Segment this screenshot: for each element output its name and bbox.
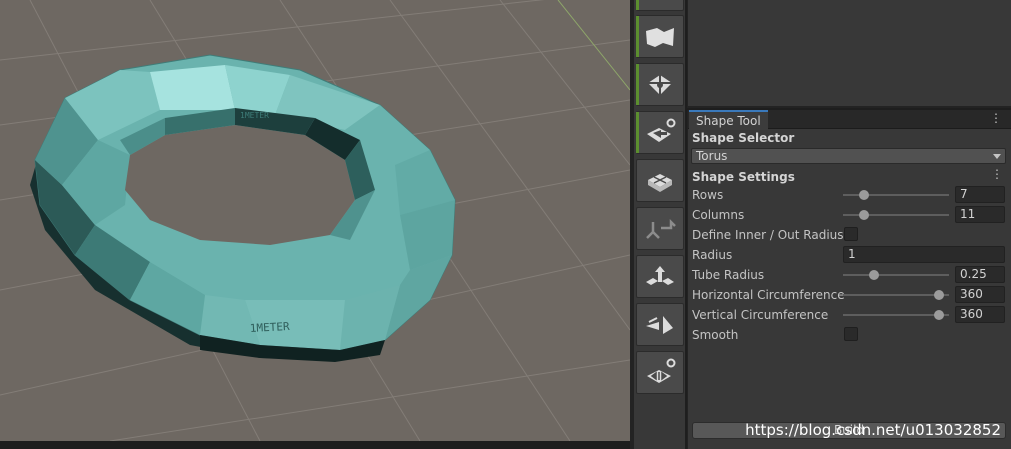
columns-label: Columns (692, 208, 745, 222)
axis-line (557, 0, 630, 91)
define-radius-label: Define Inner / Out Radius (692, 228, 844, 242)
tool-palette (634, 0, 686, 449)
vertical-circumference-field[interactable]: 360 (955, 306, 1005, 323)
tab-shape-tool[interactable]: Shape Tool (689, 110, 768, 130)
watermark-text: https://blog.csdn.net/u013032852 (745, 421, 1001, 439)
active-tool-button[interactable] (636, 0, 684, 11)
define-radius-checkbox[interactable] (844, 227, 858, 241)
vertical-circumference-slider-thumb[interactable] (934, 310, 945, 320)
rows-field[interactable]: 7 (955, 186, 1005, 203)
panel-tab-bar: Shape Tool ⋮ (688, 110, 1011, 130)
tube-radius-slider[interactable] (843, 270, 949, 280)
settings-menu-icon[interactable]: ⋮ (991, 168, 1003, 181)
horizontal-circumference-field[interactable]: 360 (955, 286, 1005, 303)
torus-mesh[interactable]: 1METER 1METER (30, 54, 456, 362)
columns-slider[interactable] (843, 210, 949, 220)
horizontal-circumference-label: Horizontal Circumference (692, 288, 845, 302)
inspector-top-panel (687, 0, 1011, 108)
chevron-down-icon (993, 154, 1001, 159)
panel-menu-icon[interactable]: ⋮ (990, 112, 1002, 125)
vertical-circumference-label: Vertical Circumference (692, 308, 829, 322)
tube-radius-field[interactable]: 0.25 (955, 266, 1005, 283)
plane-shape-icon (646, 27, 674, 47)
columns-slider-thumb[interactable] (859, 210, 870, 220)
pivot-settings-icon (647, 358, 676, 383)
merge-button[interactable] (636, 207, 684, 250)
horizontal-circumference-slider-thumb[interactable] (934, 290, 945, 300)
rows-slider[interactable] (843, 190, 949, 200)
flip-button[interactable] (636, 303, 684, 346)
plane-shape-button[interactable] (636, 15, 684, 58)
horizontal-circumference-slider[interactable] (843, 290, 949, 300)
columns-field[interactable]: 11 (955, 206, 1005, 223)
shape-type-dropdown[interactable]: Torus (691, 148, 1006, 164)
extrude-icon (646, 265, 674, 285)
shape-tool-panel: Shape Tool ⋮ Shape Selector Torus Shape … (687, 110, 1011, 449)
shape-tool-settings-button[interactable] (636, 111, 684, 154)
scene-canvas[interactable]: 1METER 1METER (0, 0, 630, 441)
shape-selector-heading: Shape Selector (692, 131, 795, 145)
rows-slider-thumb[interactable] (859, 190, 870, 200)
tube-radius-label: Tube Radius (692, 268, 765, 282)
radius-label: Radius (692, 248, 733, 262)
radius-field[interactable]: 1 (843, 246, 1005, 263)
tube-radius-slider-thumb[interactable] (868, 270, 879, 280)
vertical-circumference-slider[interactable] (843, 310, 949, 320)
scene-view[interactable]: 1METER 1METER (0, 0, 630, 441)
face-select-icon (648, 173, 672, 192)
face-select-button[interactable] (636, 159, 684, 202)
texture-label: 1METER (249, 320, 290, 335)
extrude-button[interactable] (636, 255, 684, 298)
shape-type-value: Torus (696, 149, 728, 163)
rows-label: Rows (692, 188, 724, 202)
shape-settings-heading: Shape Settings (692, 170, 795, 184)
shape-tool-settings-icon (647, 118, 676, 142)
smooth-label: Smooth (692, 328, 739, 342)
pivot-settings-button[interactable] (636, 351, 684, 394)
smooth-checkbox[interactable] (844, 327, 858, 341)
vertex-select-button[interactable] (636, 63, 684, 106)
vertex-select-icon (648, 74, 672, 95)
bottom-bar (0, 441, 630, 449)
texture-label-back: 1METER (240, 111, 269, 120)
merge-icon (646, 218, 676, 239)
flip-icon (646, 315, 673, 334)
